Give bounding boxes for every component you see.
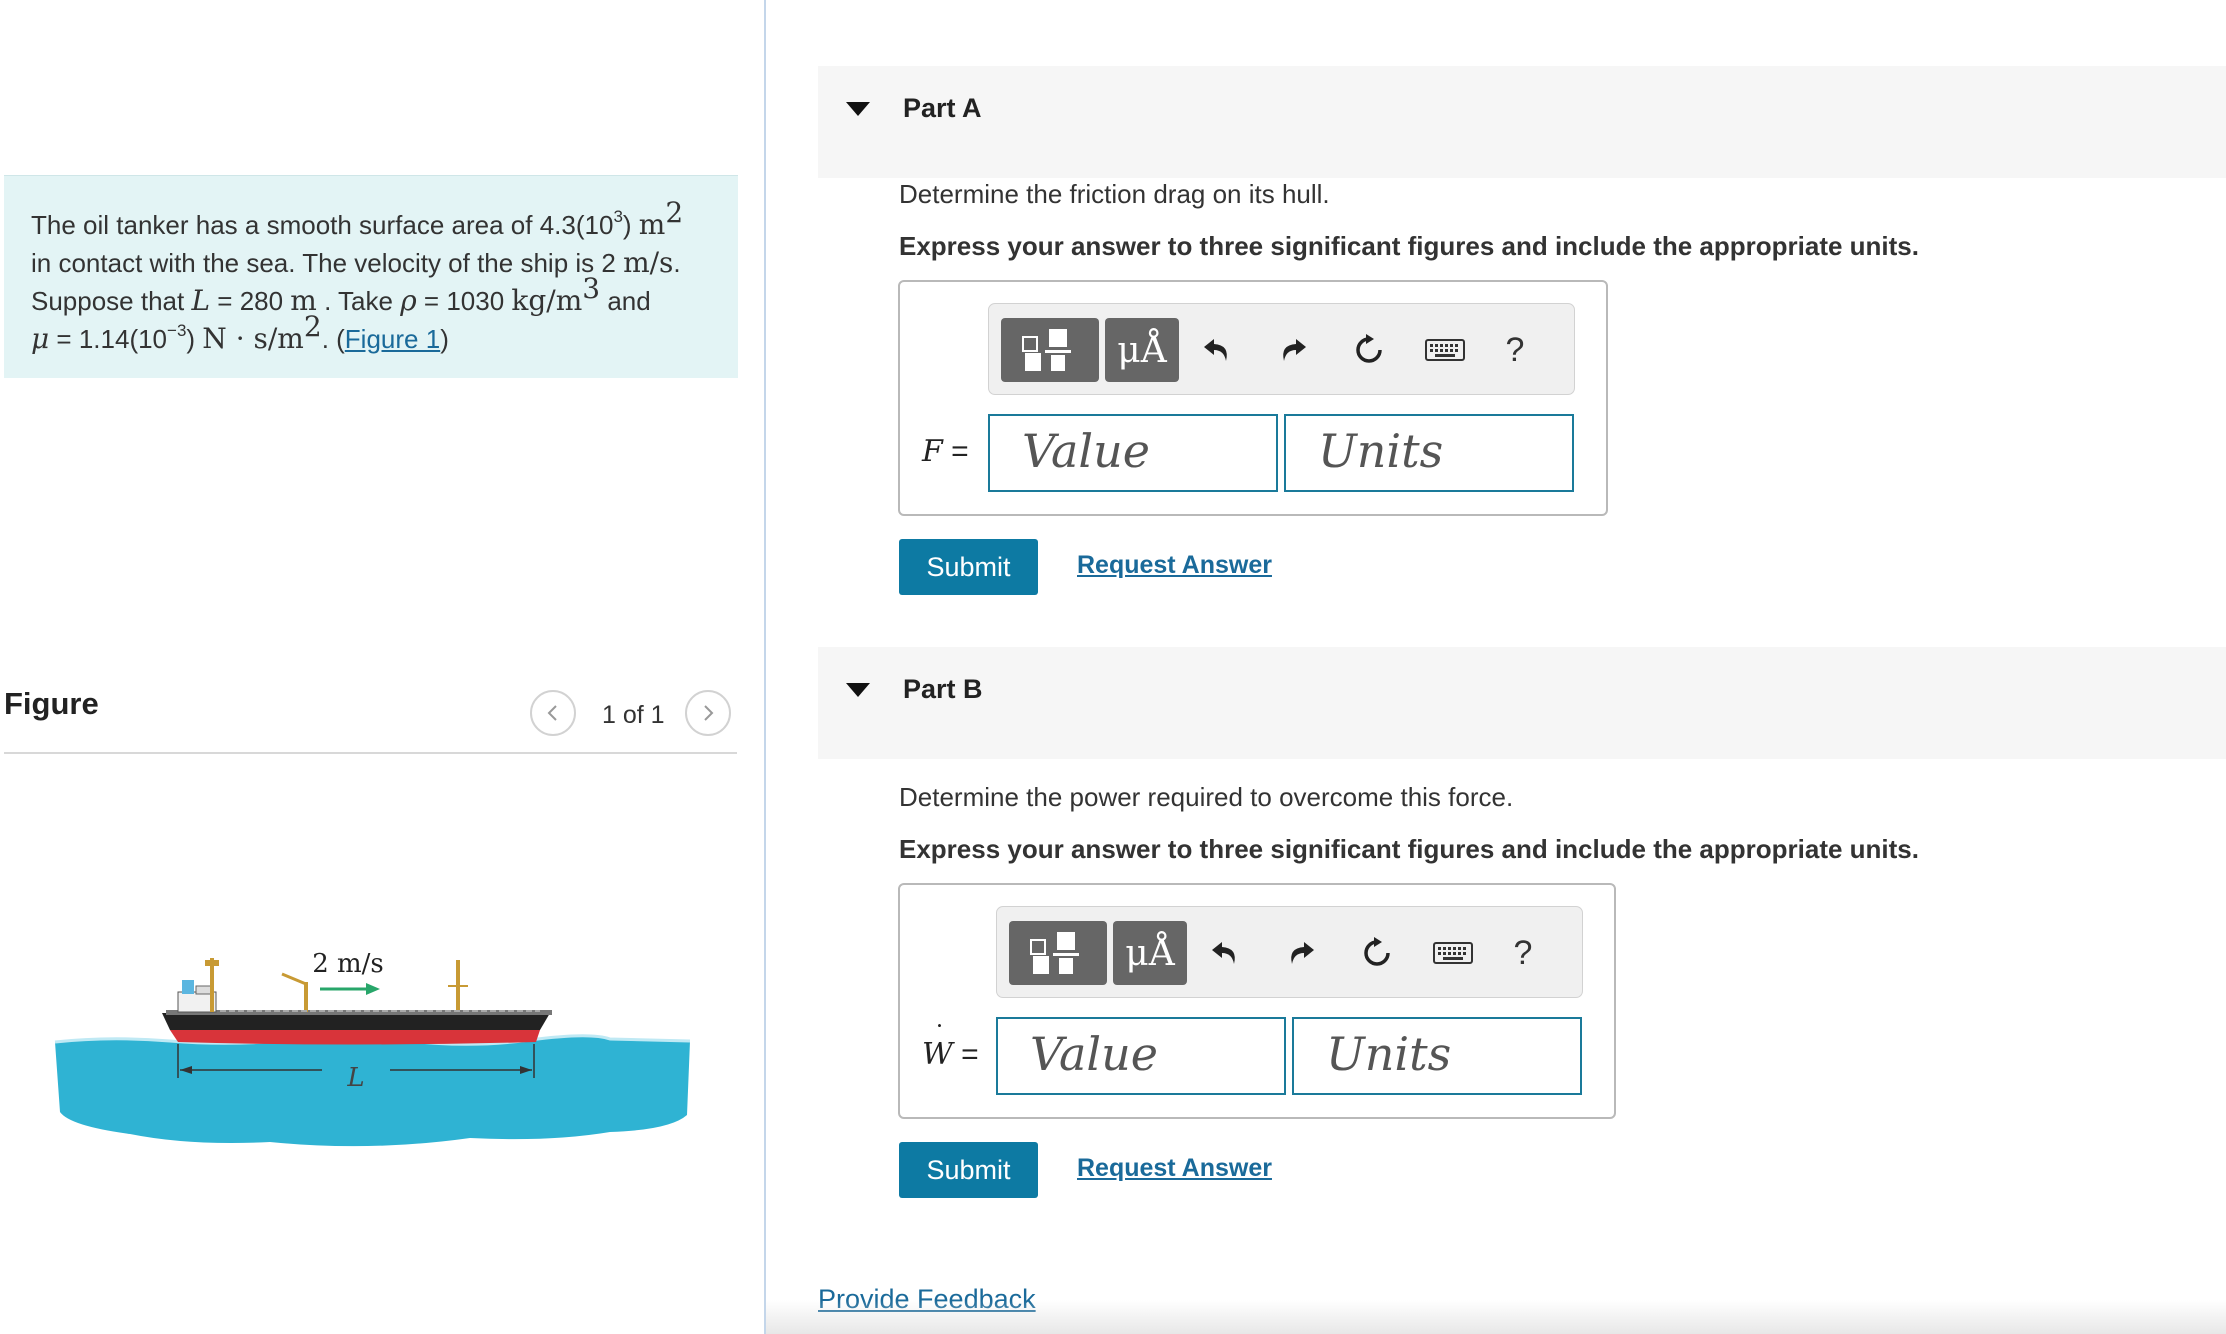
sea [55,1035,690,1147]
w-dot-variable: W ˙ [922,1021,953,1072]
problem-line-1: The oil tanker has a smooth surface area… [31,196,684,241]
answer-variable-label: F = [922,434,969,469]
help-icon: ? [1505,330,1525,369]
units-button[interactable]: μÅ [1105,318,1179,382]
help-button[interactable]: ? [1499,929,1547,977]
redo-icon [1291,942,1314,964]
units-input[interactable]: Units [1292,1017,1582,1095]
part-a-instruction: Express your answer to three significant… [899,231,1919,261]
request-answer-link[interactable]: Request Answer [1077,551,1272,580]
request-answer-link[interactable]: Request Answer [1077,1154,1272,1183]
reset-icon [1364,937,1390,966]
undo-button[interactable] [1193,326,1241,374]
panel-divider [764,0,766,1334]
oil-tanker-figure: 2 m/s L [54,949,690,1147]
redo-icon [1283,339,1306,361]
problem-line-2: in contact with the sea. The velocity of… [31,246,681,279]
templates-button[interactable] [1001,318,1099,382]
figure-pager-label: 1 of 1 [602,701,665,729]
templates-icon [1030,932,1079,974]
value-input[interactable]: Value [996,1017,1286,1095]
next-figure-button[interactable] [685,690,731,736]
ship-hull [162,1013,550,1030]
bottom-shadow [766,1300,2226,1334]
part-b-header[interactable]: Part B [818,647,2226,759]
figure-header: Figure 1 of 1 [4,670,737,754]
undo-icon [1204,339,1227,361]
units-icon: μÅ [1125,932,1175,974]
help-button[interactable]: ? [1491,326,1539,374]
templates-button[interactable] [1009,921,1107,985]
units-input[interactable]: Units [1284,414,1574,492]
value-input[interactable]: Value [988,414,1278,492]
problem-line-3: Suppose that L = 280 m . Take ρ = 1030 k… [31,272,651,317]
previous-figure-button[interactable] [530,690,576,736]
part-b-question: Determine the power required to overcome… [899,782,1514,812]
part-b-instruction: Express your answer to three significant… [899,834,1919,864]
reset-icon [1356,334,1382,363]
speed-label: 2 m/s [312,949,384,979]
problem-line-4: μ = 1.14(10−3) N · s/m2. (Figure 1) [31,310,449,355]
left-panel: The oil tanker has a smooth surface area… [0,0,762,1334]
part-b-answer-box: μÅ ? W ˙ = Value Units [898,883,1616,1119]
collapse-caret-icon[interactable] [846,102,870,116]
collapse-caret-icon[interactable] [846,683,870,697]
part-a-header[interactable]: Part A [818,66,2226,178]
units-icon: μÅ [1117,329,1167,371]
units-button[interactable]: μÅ [1113,921,1187,985]
reset-button[interactable] [1345,326,1393,374]
part-a-label: Part A [903,93,982,123]
chevron-right-icon [704,705,714,721]
keyboard-button[interactable] [1429,929,1477,977]
part-b-label: Part B [903,674,983,704]
templates-icon [1022,329,1071,371]
part-a-answer-box: μÅ ? F = Value Units [898,280,1608,516]
length-label: L [346,1063,364,1093]
reset-button[interactable] [1353,929,1401,977]
undo-button[interactable] [1201,929,1249,977]
figure-link[interactable]: Figure 1 [345,324,440,354]
part-a-question: Determine the friction drag on its hull. [899,179,1330,209]
math-toolbar: μÅ ? [988,303,1575,395]
submit-button[interactable]: Submit [899,539,1038,595]
math-toolbar: μÅ ? [996,906,1583,998]
redo-button[interactable] [1269,326,1317,374]
submit-button[interactable]: Submit [899,1142,1038,1198]
dot-accent: ˙ [933,1021,946,1051]
figure-title: Figure [4,686,99,721]
keyboard-button[interactable] [1421,326,1469,374]
redo-button[interactable] [1277,929,1325,977]
problem-statement: The oil tanker has a smooth surface area… [4,175,738,378]
answer-variable-label: W ˙ = [922,1021,979,1072]
help-icon: ? [1513,933,1533,972]
keyboard-icon [1425,339,1465,361]
undo-icon [1212,942,1235,964]
keyboard-icon [1433,942,1473,964]
chevron-left-icon [547,705,557,721]
